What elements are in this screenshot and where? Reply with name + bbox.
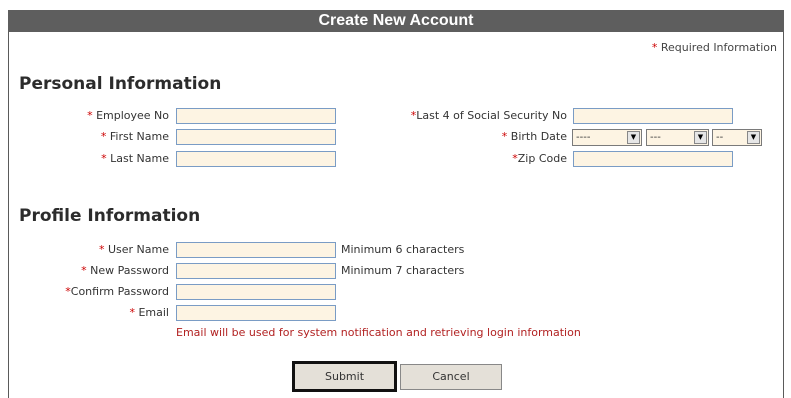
user-name-hint: Minimum 6 characters (341, 243, 465, 256)
ssn-last4-label: *Last 4 of Social Security No (410, 109, 567, 122)
required-star: * (100, 130, 107, 143)
employee-no-input[interactable] (176, 108, 336, 124)
email-input[interactable] (176, 305, 336, 321)
confirm-password-label: *Confirm Password (65, 285, 169, 298)
zip-code-label: *Zip Code (512, 152, 567, 165)
zip-code-input[interactable] (573, 151, 733, 167)
required-star: * (87, 109, 93, 122)
required-star: * (98, 243, 105, 256)
section-title-profile: Profile Information (19, 206, 201, 226)
chevron-down-icon[interactable]: ▼ (747, 131, 760, 144)
new-password-input[interactable] (176, 263, 336, 279)
required-star: * (651, 41, 658, 54)
first-name-input[interactable] (176, 129, 336, 145)
required-info-text: Required Information (660, 41, 777, 54)
required-star: * (101, 152, 107, 165)
email-label: * Email (129, 306, 169, 319)
page-title: Create New Account (8, 10, 784, 32)
form-frame (8, 10, 784, 398)
employee-no-label: * Employee No (87, 109, 169, 122)
user-name-input[interactable] (176, 242, 336, 258)
birth-year-select[interactable]: -- ▼ (712, 129, 762, 146)
new-password-label: * New Password (81, 264, 169, 277)
required-star: * (81, 264, 87, 277)
new-password-hint: Minimum 7 characters (341, 264, 465, 277)
submit-button[interactable]: Submit (292, 361, 397, 392)
required-info-note: * Required Information (652, 41, 777, 54)
birth-date-label: * Birth Date (501, 130, 567, 143)
birth-day-select[interactable]: --- ▼ (646, 129, 709, 146)
chevron-down-icon[interactable]: ▼ (627, 131, 640, 144)
chevron-down-icon[interactable]: ▼ (694, 131, 707, 144)
email-note: Email will be used for system notificati… (176, 326, 581, 339)
user-name-label: * User Name (98, 243, 169, 256)
section-title-personal: Personal Information (19, 74, 222, 94)
ssn-last4-input[interactable] (573, 108, 733, 124)
first-name-label: * First Name (100, 130, 169, 143)
required-star: * (501, 130, 508, 143)
last-name-input[interactable] (176, 151, 336, 167)
birth-month-select[interactable]: ---- ▼ (572, 129, 642, 146)
cancel-button[interactable]: Cancel (400, 364, 502, 390)
required-star: * (129, 306, 135, 319)
last-name-label: * Last Name (101, 152, 169, 165)
confirm-password-input[interactable] (176, 284, 336, 300)
